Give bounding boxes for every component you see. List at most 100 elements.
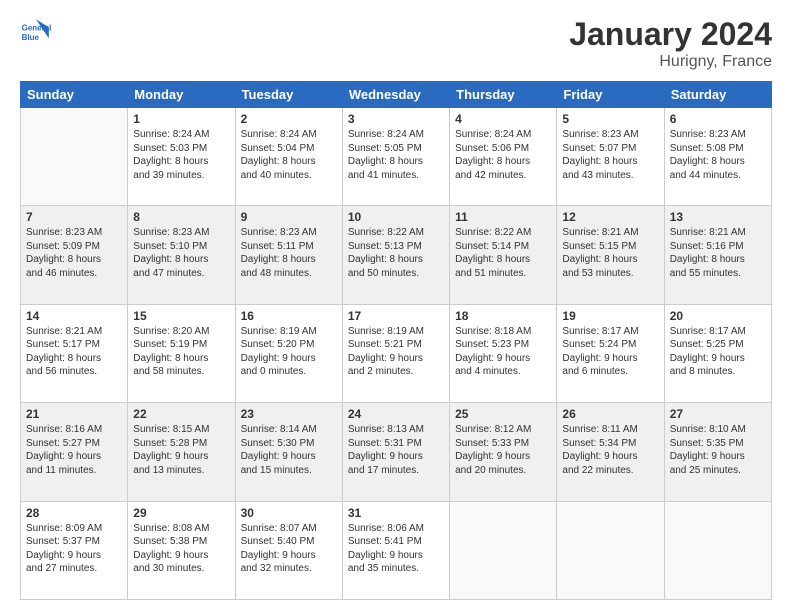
calendar-table: Sunday Monday Tuesday Wednesday Thursday… — [20, 81, 772, 600]
table-row: 3 Sunrise: 8:24 AMSunset: 5:05 PMDaylight… — [342, 108, 449, 206]
day-number: 23 — [241, 407, 337, 421]
calendar-week-row: 28 Sunrise: 8:09 AMSunset: 5:37 PMDayligh… — [21, 501, 772, 599]
day-info: Sunrise: 8:08 AMSunset: 5:38 PMDaylight:… — [133, 522, 229, 576]
table-row: 30 Sunrise: 8:07 AMSunset: 5:40 PMDayligh… — [235, 501, 342, 599]
day-info: Sunrise: 8:23 AMSunset: 5:09 PMDaylight:… — [26, 226, 122, 280]
day-number: 9 — [241, 210, 337, 224]
day-info: Sunrise: 8:15 AMSunset: 5:28 PMDaylight:… — [133, 423, 229, 477]
location: Hurigny, France — [569, 53, 772, 71]
day-number: 6 — [670, 112, 766, 126]
header-sunday: Sunday — [21, 82, 128, 108]
table-row: 16 Sunrise: 8:19 AMSunset: 5:20 PMDayligh… — [235, 304, 342, 402]
day-number: 10 — [348, 210, 444, 224]
day-number: 16 — [241, 309, 337, 323]
day-info: Sunrise: 8:14 AMSunset: 5:30 PMDaylight:… — [241, 423, 337, 477]
table-row: 7 Sunrise: 8:23 AMSunset: 5:09 PMDaylight… — [21, 206, 128, 304]
day-number: 28 — [26, 506, 122, 520]
day-info: Sunrise: 8:16 AMSunset: 5:27 PMDaylight:… — [26, 423, 122, 477]
table-row: 5Sunrise: 8:23 AMSunset: 5:07 PMDaylight… — [557, 108, 664, 206]
table-row — [557, 501, 664, 599]
day-number: 21 — [26, 407, 122, 421]
day-number: 11 — [455, 210, 551, 224]
day-number: 3 — [348, 112, 444, 126]
day-info: Sunrise: 8:24 AMSunset: 5:06 PMDaylight:… — [455, 128, 551, 182]
day-info: Sunrise: 8:21 AMSunset: 5:17 PMDaylight:… — [26, 325, 122, 379]
table-row: 24 Sunrise: 8:13 AMSunset: 5:31 PMDayligh… — [342, 403, 449, 501]
day-info: Sunrise: 8:24 AMSunset: 5:05 PMDaylight:… — [348, 128, 444, 182]
day-info: Sunrise: 8:19 AMSunset: 5:20 PMDaylight:… — [241, 325, 337, 379]
calendar-week-row: 7 Sunrise: 8:23 AMSunset: 5:09 PMDaylight… — [21, 206, 772, 304]
table-row: 29 Sunrise: 8:08 AMSunset: 5:38 PMDayligh… — [128, 501, 235, 599]
day-info: Sunrise: 8:17 AMSunset: 5:24 PMDaylight:… — [562, 325, 658, 379]
day-info: Sunrise: 8:06 AMSunset: 5:41 PMDaylight:… — [348, 522, 444, 576]
table-row: 12Sunrise: 8:21 AMSunset: 5:15 PMDayligh… — [557, 206, 664, 304]
table-row: 4 Sunrise: 8:24 AMSunset: 5:06 PMDaylight… — [450, 108, 557, 206]
table-row: 17Sunrise: 8:19 AMSunset: 5:21 PMDayligh… — [342, 304, 449, 402]
day-info: Sunrise: 8:23 AMSunset: 5:07 PMDaylight:… — [562, 128, 658, 182]
header: General Blue January 2024 Hurigny, Franc… — [20, 16, 772, 71]
day-number: 26 — [562, 407, 658, 421]
day-number: 14 — [26, 309, 122, 323]
day-number: 18 — [455, 309, 551, 323]
header-monday: Monday — [128, 82, 235, 108]
table-row: 26 Sunrise: 8:11 AMSunset: 5:34 PMDayligh… — [557, 403, 664, 501]
day-info: Sunrise: 8:10 AMSunset: 5:35 PMDaylight:… — [670, 423, 766, 477]
table-row: 10Sunrise: 8:22 AMSunset: 5:13 PMDayligh… — [342, 206, 449, 304]
day-number: 30 — [241, 506, 337, 520]
day-info: Sunrise: 8:13 AMSunset: 5:31 PMDaylight:… — [348, 423, 444, 477]
logo: General Blue — [20, 16, 54, 48]
day-number: 2 — [241, 112, 337, 126]
day-number: 17 — [348, 309, 444, 323]
day-info: Sunrise: 8:11 AMSunset: 5:34 PMDaylight:… — [562, 423, 658, 477]
table-row: 22 Sunrise: 8:15 AMSunset: 5:28 PMDayligh… — [128, 403, 235, 501]
header-thursday: Thursday — [450, 82, 557, 108]
day-number: 31 — [348, 506, 444, 520]
day-info: Sunrise: 8:22 AMSunset: 5:14 PMDaylight:… — [455, 226, 551, 280]
table-row: 1Sunrise: 8:24 AMSunset: 5:03 PMDaylight… — [128, 108, 235, 206]
day-info: Sunrise: 8:23 AMSunset: 5:10 PMDaylight:… — [133, 226, 229, 280]
day-info: Sunrise: 8:23 AMSunset: 5:08 PMDaylight:… — [670, 128, 766, 182]
month-title: January 2024 — [569, 16, 772, 53]
table-row — [664, 501, 771, 599]
table-row: 25 Sunrise: 8:12 AMSunset: 5:33 PMDayligh… — [450, 403, 557, 501]
table-row — [450, 501, 557, 599]
table-row: 9 Sunrise: 8:23 AMSunset: 5:11 PMDaylight… — [235, 206, 342, 304]
day-number: 22 — [133, 407, 229, 421]
table-row: 6 Sunrise: 8:23 AMSunset: 5:08 PMDaylight… — [664, 108, 771, 206]
day-info: Sunrise: 8:23 AMSunset: 5:11 PMDaylight:… — [241, 226, 337, 280]
calendar-week-row: 1Sunrise: 8:24 AMSunset: 5:03 PMDaylight… — [21, 108, 772, 206]
table-row — [21, 108, 128, 206]
day-info: Sunrise: 8:21 AMSunset: 5:16 PMDaylight:… — [670, 226, 766, 280]
day-number: 15 — [133, 309, 229, 323]
day-info: Sunrise: 8:07 AMSunset: 5:40 PMDaylight:… — [241, 522, 337, 576]
day-number: 29 — [133, 506, 229, 520]
calendar-page: General Blue January 2024 Hurigny, Franc… — [0, 0, 792, 612]
header-wednesday: Wednesday — [342, 82, 449, 108]
table-row: 14 Sunrise: 8:21 AMSunset: 5:17 PMDayligh… — [21, 304, 128, 402]
weekday-header-row: Sunday Monday Tuesday Wednesday Thursday… — [21, 82, 772, 108]
header-friday: Friday — [557, 82, 664, 108]
title-block: January 2024 Hurigny, France — [569, 16, 772, 71]
day-number: 4 — [455, 112, 551, 126]
day-number: 13 — [670, 210, 766, 224]
day-info: Sunrise: 8:21 AMSunset: 5:15 PMDaylight:… — [562, 226, 658, 280]
svg-text:Blue: Blue — [22, 33, 40, 42]
day-info: Sunrise: 8:24 AMSunset: 5:03 PMDaylight:… — [133, 128, 229, 182]
day-info: Sunrise: 8:17 AMSunset: 5:25 PMDaylight:… — [670, 325, 766, 379]
day-number: 25 — [455, 407, 551, 421]
table-row: 11 Sunrise: 8:22 AMSunset: 5:14 PMDayligh… — [450, 206, 557, 304]
day-number: 27 — [670, 407, 766, 421]
day-number: 20 — [670, 309, 766, 323]
svg-text:General: General — [22, 23, 52, 32]
day-number: 7 — [26, 210, 122, 224]
day-info: Sunrise: 8:09 AMSunset: 5:37 PMDaylight:… — [26, 522, 122, 576]
table-row: 18 Sunrise: 8:18 AMSunset: 5:23 PMDayligh… — [450, 304, 557, 402]
logo-icon: General Blue — [20, 16, 52, 48]
day-info: Sunrise: 8:18 AMSunset: 5:23 PMDaylight:… — [455, 325, 551, 379]
table-row: 23 Sunrise: 8:14 AMSunset: 5:30 PMDayligh… — [235, 403, 342, 501]
day-number: 24 — [348, 407, 444, 421]
header-tuesday: Tuesday — [235, 82, 342, 108]
day-info: Sunrise: 8:12 AMSunset: 5:33 PMDaylight:… — [455, 423, 551, 477]
table-row: 20 Sunrise: 8:17 AMSunset: 5:25 PMDayligh… — [664, 304, 771, 402]
table-row: 28 Sunrise: 8:09 AMSunset: 5:37 PMDayligh… — [21, 501, 128, 599]
